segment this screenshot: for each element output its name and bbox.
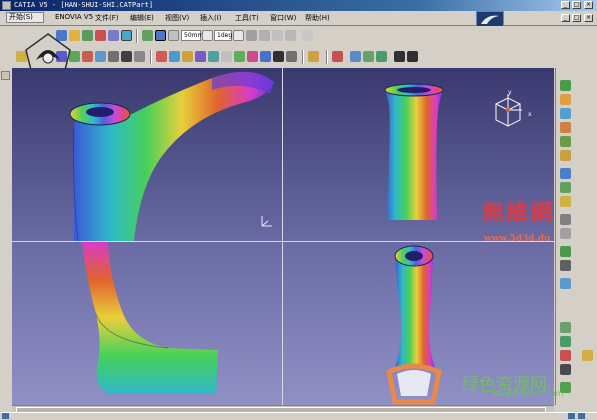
doc-close-button[interactable]: ×: [584, 14, 593, 22]
watermark-top-url: www.5d3d.du: [484, 234, 551, 244]
status-right-2-icon[interactable]: [578, 413, 585, 419]
title-bar: CATIA V5 - [HAN-SHUI-SHI.CATPart] _ □ ×: [0, 0, 597, 11]
update-icon[interactable]: [363, 51, 374, 62]
play-back-icon[interactable]: [394, 51, 405, 62]
minimize-button[interactable]: _: [561, 1, 570, 9]
faucet-side-view[interactable]: [12, 242, 282, 405]
join-icon[interactable]: [560, 214, 571, 225]
loft-icon[interactable]: [560, 150, 571, 161]
combo-arrow-2-icon[interactable]: [233, 30, 244, 41]
sweep-icon[interactable]: [560, 136, 571, 147]
measure-icon[interactable]: [285, 30, 296, 41]
menu-help[interactable]: 帮助(H): [305, 13, 330, 23]
analysis-icon[interactable]: [272, 30, 283, 41]
maximize-button[interactable]: □: [572, 1, 581, 9]
menu-tools[interactable]: 工具(T): [235, 13, 259, 23]
compass-axis-x: x: [528, 111, 532, 118]
tree-toggle-icon[interactable]: [1, 71, 10, 80]
trim-icon[interactable]: [560, 228, 571, 239]
extrapolate-icon[interactable]: [560, 196, 571, 207]
toolbar-row-1: 50mm 1deg: [0, 26, 597, 46]
faucet-iso-view[interactable]: [12, 68, 282, 241]
blend-icon[interactable]: [560, 182, 571, 193]
menu-file[interactable]: 文件(F): [95, 13, 119, 23]
surface-icon[interactable]: [560, 168, 571, 179]
annotation-icon[interactable]: [308, 51, 319, 62]
window-title: CATIA V5 - [HAN-SHUI-SHI.CATPart]: [14, 1, 154, 9]
pen-icon[interactable]: [582, 350, 593, 361]
menu-start[interactable]: 开始(S): [6, 12, 44, 23]
menu-insert[interactable]: 插入(I): [200, 13, 222, 23]
snap-icon[interactable]: [246, 30, 257, 41]
point-icon[interactable]: [560, 94, 571, 105]
menu-edit[interactable]: 编辑(E): [130, 13, 154, 23]
zoom-combo[interactable]: 50mm: [181, 30, 203, 41]
pad-icon[interactable]: [560, 122, 571, 133]
draft-icon[interactable]: [182, 51, 193, 62]
menu-window[interactable]: 窗口(W): [270, 13, 296, 23]
grid-icon[interactable]: [259, 30, 270, 41]
offset-icon[interactable]: [560, 246, 571, 257]
chamfer-icon[interactable]: [169, 51, 180, 62]
material-icon[interactable]: [350, 51, 361, 62]
globe-icon[interactable]: [376, 51, 387, 62]
right-toolbar: [555, 68, 597, 405]
compass-icon[interactable]: [486, 90, 526, 130]
compass-axis-y: y: [508, 89, 512, 96]
status-left-icon[interactable]: [2, 413, 9, 419]
tools-icon[interactable]: [302, 30, 313, 41]
watermark-top: 無維網: [482, 200, 555, 226]
sketch-tool-icon[interactable]: [560, 260, 571, 271]
catia-app-icon[interactable]: [2, 1, 11, 10]
axis-triad-icon: [261, 216, 272, 227]
split-icon[interactable]: [286, 51, 297, 62]
cut-icon[interactable]: [108, 30, 119, 41]
status-right-icon[interactable]: [568, 413, 575, 419]
shell-icon[interactable]: [195, 51, 206, 62]
doc-minimize-button[interactable]: _: [561, 14, 570, 22]
thread-icon[interactable]: [221, 51, 232, 62]
line-icon[interactable]: [560, 80, 571, 91]
close-button[interactable]: ×: [584, 1, 593, 9]
apply-material-icon[interactable]: [560, 322, 571, 333]
doc-restore-button[interactable]: □: [572, 14, 581, 22]
transform-icon[interactable]: [260, 51, 271, 62]
fillet-icon[interactable]: [156, 51, 167, 62]
hole-icon[interactable]: [121, 51, 132, 62]
rib-icon[interactable]: [134, 51, 145, 62]
mirror-icon[interactable]: [247, 51, 258, 62]
render-icon[interactable]: [332, 51, 343, 62]
measure-item-icon[interactable]: [560, 278, 571, 289]
fit-all-icon[interactable]: [155, 30, 166, 41]
angle-combo[interactable]: 1deg: [214, 30, 232, 41]
formula-icon[interactable]: [560, 364, 571, 375]
paste-icon[interactable]: [121, 30, 132, 41]
groove-icon[interactable]: [108, 51, 119, 62]
thickness-icon[interactable]: [208, 51, 219, 62]
menu-enovia[interactable]: ENOVIA V5: [55, 13, 93, 21]
parameter-icon[interactable]: [560, 350, 571, 361]
pocket-icon[interactable]: [82, 51, 93, 62]
menu-bar: 开始(S) ENOVIA V5 文件(F) 编辑(E) 视图(V) 插入(I) …: [0, 11, 597, 28]
save-icon[interactable]: [82, 30, 93, 41]
watermark-bottom-url: www.downcc.com: [492, 389, 564, 398]
3d-viewport[interactable]: y x: [12, 68, 554, 405]
revolve-icon[interactable]: [95, 51, 106, 62]
pattern-icon[interactable]: [234, 51, 245, 62]
plane-icon[interactable]: [560, 108, 571, 119]
combo-arrow-icon[interactable]: [202, 30, 213, 41]
print-icon[interactable]: [95, 30, 106, 41]
fly-mode-icon[interactable]: [142, 30, 153, 41]
menu-view[interactable]: 视图(V): [165, 13, 189, 23]
toolbar-row-2: [0, 47, 597, 67]
knowledge-icon[interactable]: [560, 336, 571, 347]
boolean-icon[interactable]: [273, 51, 284, 62]
pan-icon[interactable]: [168, 30, 179, 41]
play-forward-icon[interactable]: [407, 51, 418, 62]
